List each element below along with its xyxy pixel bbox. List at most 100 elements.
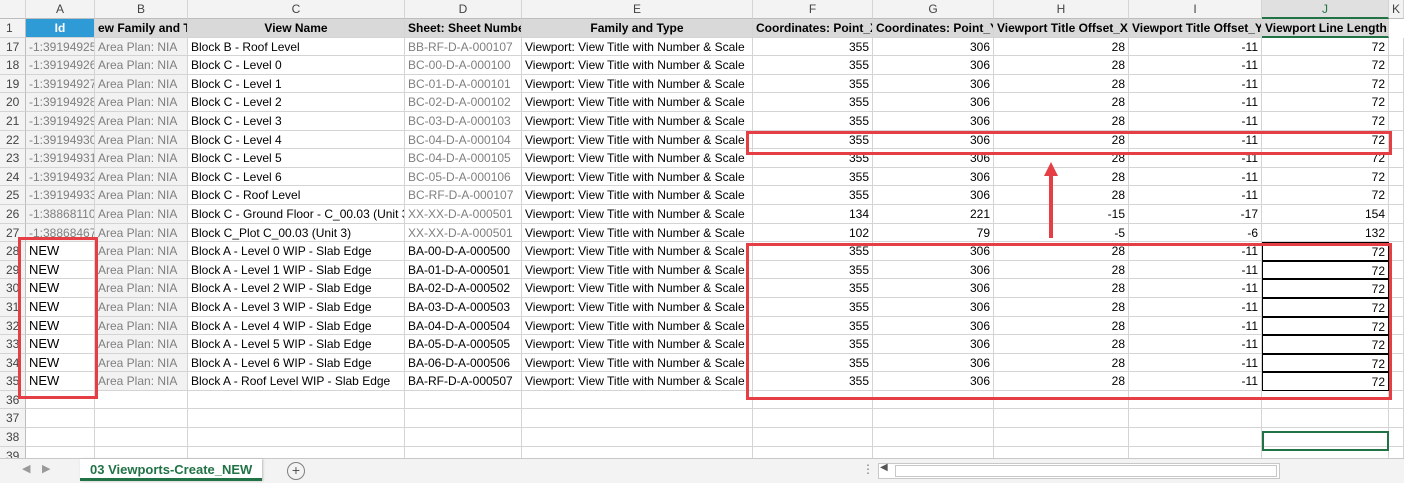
cell-e[interactable]: Viewport: View Title with Number & Scale <box>522 111 753 131</box>
horizontal-scrollbar[interactable] <box>878 463 1280 479</box>
cell-c[interactable]: Block C - Ground Floor - C_00.03 (Unit 3… <box>188 204 405 224</box>
row-number[interactable]: 34 <box>0 353 26 373</box>
row-number[interactable]: 29 <box>0 260 26 280</box>
cell-k[interactable] <box>1389 149 1404 168</box>
cell-j[interactable]: 72 <box>1262 186 1389 205</box>
cell-f[interactable]: 355 <box>753 149 873 168</box>
cell-f[interactable]: 355 <box>753 260 873 280</box>
cell-a[interactable]: -1:39194932 <box>26 167 95 187</box>
cell-c[interactable]: Block A - Level 5 WIP - Slab Edge <box>188 335 405 354</box>
cell-b[interactable]: Area Plan: NIA <box>95 93 188 112</box>
select-all-corner[interactable] <box>0 0 26 19</box>
cell-j[interactable]: 72 <box>1262 335 1389 354</box>
cell-c[interactable]: Block C - Roof Level <box>188 186 405 205</box>
cell-f[interactable]: 355 <box>753 111 873 131</box>
cell-c[interactable]: Block A - Level 4 WIP - Slab Edge <box>188 316 405 336</box>
scroll-left-icon[interactable]: ◀ <box>880 462 888 473</box>
cell-k[interactable] <box>1389 223 1404 243</box>
cell-c[interactable]: Block C - Level 5 <box>188 149 405 168</box>
row-number[interactable]: 30 <box>0 279 26 298</box>
cell-e[interactable] <box>522 409 753 429</box>
cell-j[interactable]: 72 <box>1262 74 1389 94</box>
cell-c[interactable]: Block C - Level 3 <box>188 111 405 131</box>
cell-c[interactable] <box>188 409 405 429</box>
row-number[interactable]: 33 <box>0 335 26 354</box>
cell-k[interactable] <box>1389 316 1404 336</box>
cell-g[interactable]: 79 <box>873 223 994 243</box>
header-cell-g[interactable]: Coordinates: Point_Y <box>873 19 994 38</box>
cell-g[interactable]: 306 <box>873 353 994 373</box>
cell-b[interactable]: Area Plan: NIA <box>95 372 188 391</box>
cell-i[interactable] <box>1129 428 1262 447</box>
cell-k[interactable] <box>1389 186 1404 205</box>
column-header-b[interactable]: B <box>95 0 188 19</box>
cell-f[interactable] <box>753 390 873 410</box>
cell-f[interactable]: 355 <box>753 242 873 261</box>
cell-f[interactable]: 355 <box>753 297 873 317</box>
cell-h[interactable]: 28 <box>994 297 1129 317</box>
cell-k[interactable] <box>1389 279 1404 298</box>
cell-d[interactable] <box>405 428 522 447</box>
cell-g[interactable]: 306 <box>873 372 994 391</box>
cell-b[interactable]: Area Plan: NIA <box>95 260 188 280</box>
cell-e[interactable]: Viewport: View Title with Number & Scale <box>522 316 753 336</box>
cell-e[interactable] <box>522 390 753 410</box>
cell-d[interactable]: BC-02-D-A-000102 <box>405 93 522 112</box>
cell-c[interactable]: Block B - Roof Level <box>188 37 405 57</box>
cell-j[interactable]: 72 <box>1262 297 1389 317</box>
row-number[interactable]: 24 <box>0 167 26 187</box>
cell-j[interactable]: 72 <box>1262 111 1389 131</box>
sheet-tab-viewports-create-new[interactable]: 03 Viewports-Create_NEW <box>80 459 263 481</box>
cell-e[interactable]: Viewport: View Title with Number & Scale <box>522 223 753 243</box>
cell-g[interactable]: 306 <box>873 242 994 261</box>
cell-h[interactable]: 28 <box>994 74 1129 94</box>
row-number[interactable]: 21 <box>0 111 26 131</box>
cell-e[interactable]: Viewport: View Title with Number & Scale <box>522 335 753 354</box>
column-header-c[interactable]: C <box>188 0 405 19</box>
column-header-d[interactable]: D <box>405 0 522 19</box>
header-cell-e[interactable]: Family and Type <box>522 19 753 38</box>
cell-c[interactable]: Block C - Level 1 <box>188 74 405 94</box>
prev-sheet-icon[interactable]: ◀ <box>22 462 30 475</box>
row-number[interactable]: 26 <box>0 204 26 224</box>
header-cell-i[interactable]: Viewport Title Offset_Y <box>1129 19 1262 38</box>
cell-d[interactable]: BA-RF-D-A-000507 <box>405 372 522 391</box>
cell-b[interactable]: Area Plan: NIA <box>95 223 188 243</box>
cell-b[interactable]: Area Plan: NIA <box>95 204 188 224</box>
cell-c[interactable]: Block C - Level 2 <box>188 93 405 112</box>
cell-a[interactable]: NEW <box>26 316 95 336</box>
cell-f[interactable]: 355 <box>753 130 873 150</box>
cell-d[interactable]: BC-01-D-A-000101 <box>405 74 522 94</box>
cell-k[interactable] <box>1389 390 1404 410</box>
column-header-f[interactable]: F <box>753 0 873 19</box>
cell-g[interactable]: 306 <box>873 335 994 354</box>
cell-f[interactable]: 355 <box>753 372 873 391</box>
cell-c[interactable]: Block C - Level 0 <box>188 56 405 75</box>
cell-k[interactable] <box>1389 353 1404 373</box>
cell-i[interactable]: -11 <box>1129 186 1262 205</box>
cell-e[interactable] <box>522 428 753 447</box>
cell-d[interactable]: BA-06-D-A-000506 <box>405 353 522 373</box>
cell-d[interactable]: BA-03-D-A-000503 <box>405 297 522 317</box>
cell-h[interactable]: 28 <box>994 93 1129 112</box>
cell-g[interactable] <box>873 390 994 410</box>
cell-h[interactable] <box>994 428 1129 447</box>
cell-k[interactable] <box>1389 167 1404 187</box>
cell-g[interactable]: 306 <box>873 186 994 205</box>
cell-a[interactable]: NEW <box>26 353 95 373</box>
cell-d[interactable]: BB-RF-D-A-000107 <box>405 37 522 57</box>
cell-i[interactable]: -11 <box>1129 316 1262 336</box>
cell-h[interactable]: 28 <box>994 56 1129 75</box>
cell-i[interactable]: -17 <box>1129 204 1262 224</box>
cell-h[interactable] <box>994 390 1129 410</box>
cell-j[interactable]: 72 <box>1262 316 1389 336</box>
cell-f[interactable]: 355 <box>753 74 873 94</box>
cell-d[interactable] <box>405 390 522 410</box>
cell-j[interactable]: 72 <box>1262 93 1389 112</box>
column-header-e[interactable]: E <box>522 0 753 19</box>
cell-e[interactable]: Viewport: View Title with Number & Scale <box>522 167 753 187</box>
cell-a[interactable]: -1:39194930 <box>26 130 95 150</box>
cell-h[interactable]: 28 <box>994 372 1129 391</box>
cell-h[interactable]: 28 <box>994 279 1129 298</box>
cell-k[interactable] <box>1389 130 1404 150</box>
